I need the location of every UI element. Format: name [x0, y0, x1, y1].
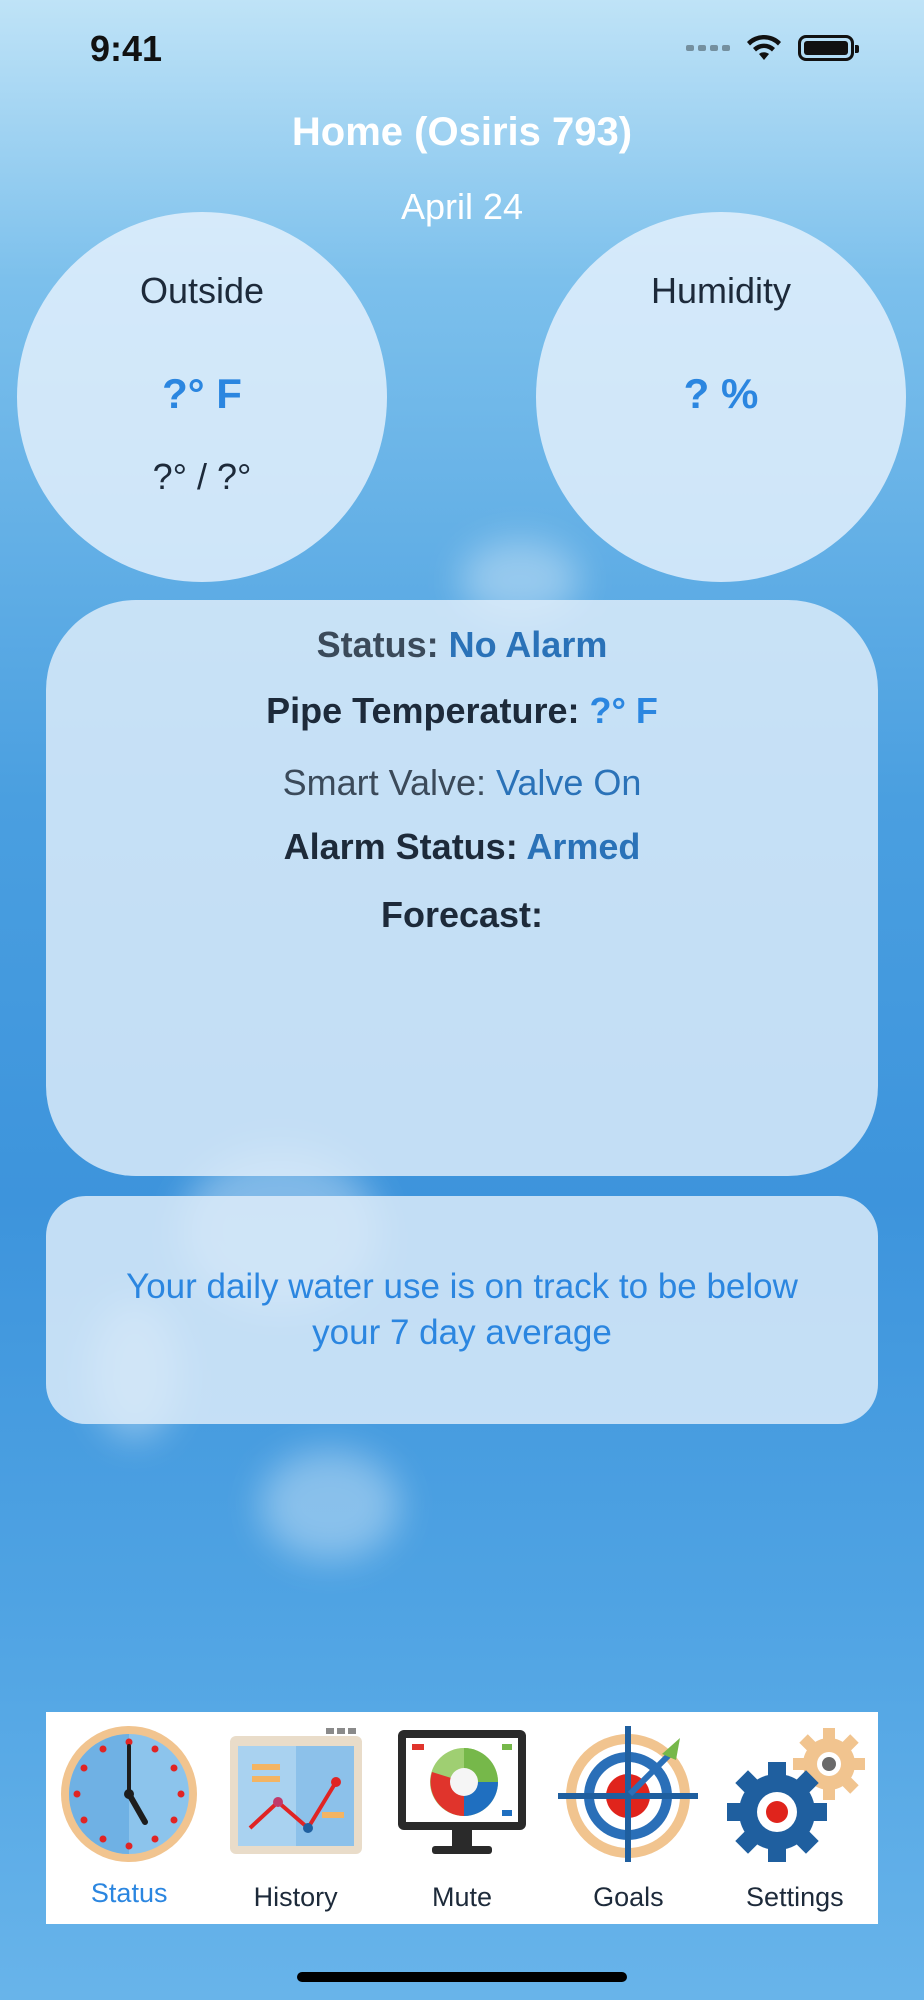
line-chart-icon	[229, 1728, 362, 1854]
forecast-row: Forecast:	[46, 894, 878, 936]
smart-valve-row: Smart Valve: Valve On	[46, 762, 878, 804]
tab-mute[interactable]: Mute	[379, 1712, 545, 1924]
outside-temperature-circle: Outside ?° F ?° / ?°	[17, 212, 387, 582]
alarm-status-row: Alarm Status: Armed	[46, 826, 878, 868]
page-date: April 24	[400, 186, 524, 227]
cloud-decoration	[260, 1450, 400, 1560]
gears-icon	[726, 1728, 865, 1862]
status-icons	[686, 34, 859, 62]
tab-status-label: Status	[90, 1878, 168, 1908]
page-title: Home (Osiris 793)	[291, 110, 633, 154]
home-indicator[interactable]	[297, 1972, 627, 1982]
alarm-status-value: Armed	[526, 826, 641, 867]
battery-icon	[798, 35, 859, 61]
tab-goals-label: Goals	[593, 1882, 664, 1912]
tab-settings-label: Settings	[746, 1882, 844, 1912]
humidity-circle: Humidity ? %	[536, 212, 906, 582]
outside-temperature-value: ?° F	[162, 370, 242, 417]
humidity-label: Humidity	[650, 270, 792, 311]
target-icon	[558, 1726, 699, 1862]
cellular-signal-icon	[686, 45, 730, 51]
tab-mute-label: Mute	[432, 1882, 493, 1912]
status-row: Status: No Alarm	[46, 624, 878, 666]
status-time: 9:41	[90, 28, 163, 69]
clock-icon	[61, 1726, 198, 1862]
alarm-status-label: Alarm Status:	[283, 826, 527, 867]
outside-label: Outside	[139, 270, 265, 311]
humidity-value: ? %	[683, 370, 759, 417]
forecast-label: Forecast:	[380, 894, 544, 935]
smart-valve-value: Valve On	[496, 762, 642, 803]
tab-settings[interactable]: Settings	[712, 1712, 878, 1924]
tab-history-label: History	[253, 1882, 338, 1912]
pie-chart-monitor-icon	[398, 1730, 527, 1854]
tab-goals[interactable]: Goals	[545, 1712, 711, 1924]
pipe-temperature-value: ?° F	[589, 690, 658, 731]
outside-high-low: ?° / ?°	[152, 456, 252, 497]
smart-valve-label: Smart Valve:	[282, 762, 496, 803]
tab-history[interactable]: History	[212, 1712, 378, 1924]
status-bar: 9:41	[0, 0, 924, 100]
status-card: Status: No Alarm Pipe Temperature: ?° F …	[46, 600, 878, 1176]
water-use-tip-card: Your daily water use is on track to be b…	[46, 1196, 878, 1424]
status-value: No Alarm	[448, 624, 608, 665]
tab-bar: Status History Mute Goals Settings	[46, 1712, 878, 1924]
wifi-icon	[747, 34, 781, 60]
pipe-temperature-label: Pipe Temperature:	[266, 690, 590, 731]
water-use-tip-text: Your daily water use is on track to be b…	[126, 1267, 798, 1352]
pipe-temperature-row: Pipe Temperature: ?° F	[46, 690, 878, 732]
tab-status[interactable]: Status	[46, 1712, 212, 1924]
status-label: Status:	[316, 624, 449, 665]
